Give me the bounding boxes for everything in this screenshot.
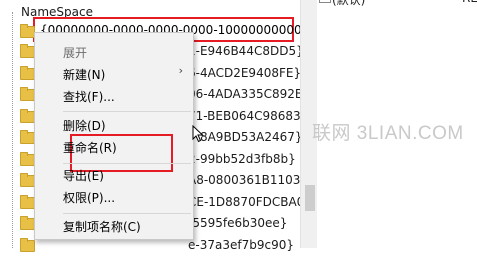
default-value-type: RE (462, 0, 477, 5)
mouse-pointer-icon (192, 125, 204, 143)
folder-icon (20, 195, 35, 209)
context-menu: 展开 新建(N) › 查找(F)... 删除(D) 重命名(R) 导出(E) 权… (34, 32, 194, 240)
tree-connector-line (12, 12, 13, 248)
folder-icon (20, 24, 35, 38)
menu-item-copy-key-name[interactable]: 复制项名称(C) (63, 216, 141, 238)
submenu-arrow-icon: › (178, 64, 183, 77)
menu-item-expand[interactable]: 展开 (63, 42, 87, 64)
folder-icon (20, 87, 35, 101)
watermark: 联网 3LIAN.COM (312, 123, 464, 144)
registry-key-label: -5595fe6b30ee} (188, 216, 288, 230)
menu-item-delete[interactable]: 删除(D) (63, 115, 106, 137)
menu-separator (63, 163, 191, 164)
registry-key-label: 06-4ADA335C892B} (188, 87, 311, 101)
registry-key-label: CE-1D8870FDCBA0} (188, 195, 312, 209)
menu-item-export[interactable]: 导出(E) (63, 165, 104, 187)
folder-icon (20, 44, 35, 58)
folder-icon (20, 173, 35, 187)
menu-item-new[interactable]: 新建(N) (63, 64, 105, 86)
registry-key-label: 7-8A9BD53A2467} (188, 130, 303, 144)
folder-icon (20, 238, 35, 252)
menu-item-find[interactable]: 查找(F)... (63, 86, 115, 108)
string-value-icon (319, 0, 331, 3)
registry-key-label: 1-E946B44C8DD5} (188, 44, 304, 58)
scrollbar-thumb[interactable] (305, 185, 315, 211)
folder-icon (20, 130, 35, 144)
menu-item-rename[interactable]: 重命名(R) (63, 137, 117, 159)
registry-key-label: 2-99bb52d3fb8b} (188, 152, 296, 166)
registry-key-label: 71-BEB064C98683} (188, 109, 309, 123)
registry-key-label: e-37a3ef7b9c90} (188, 238, 294, 252)
registry-key-label: A8-0800361B1103} (188, 173, 309, 187)
folder-icon (20, 66, 35, 80)
registry-key-label: 6-4ACD2E9408FE} (188, 66, 302, 80)
menu-item-permissions[interactable]: 权限(P)... (63, 187, 115, 209)
folder-icon (20, 109, 35, 123)
folder-icon (20, 216, 35, 230)
default-value-name[interactable]: (默认) (332, 0, 365, 8)
menu-separator (63, 111, 191, 112)
folder-icon (20, 152, 35, 166)
menu-separator (63, 213, 191, 214)
